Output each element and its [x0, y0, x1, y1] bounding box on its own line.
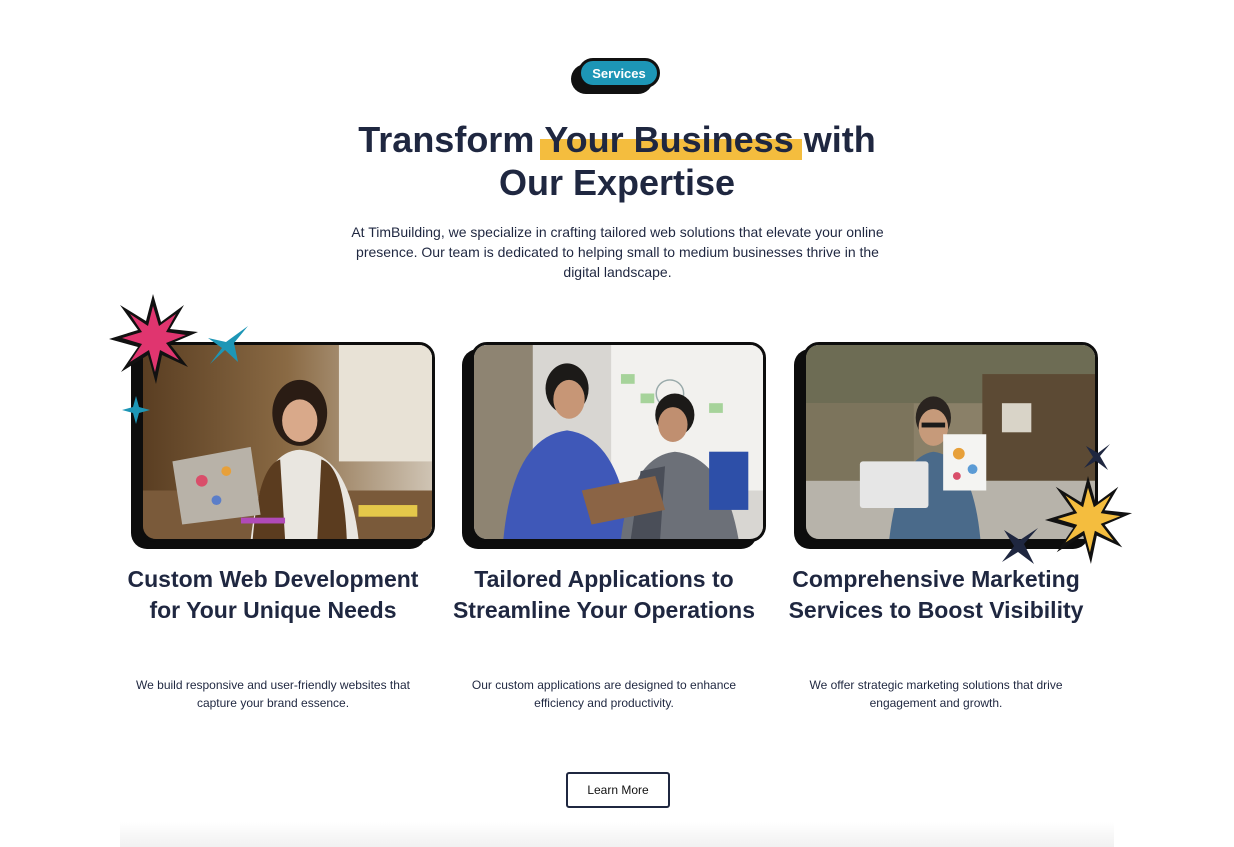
- badge-label: Services: [578, 58, 660, 88]
- pink-burst-icon: [109, 294, 198, 384]
- heading-highlight: Your Business: [540, 119, 803, 160]
- heading-line-2: Our Expertise: [498, 162, 736, 203]
- card-title: Comprehensive Marketing Services to Boos…: [788, 566, 1084, 623]
- yellow-burst-icon: [1044, 475, 1133, 565]
- card-image-two-men-tablet: [471, 342, 766, 542]
- teal-small-sparkle-icon: [122, 396, 150, 424]
- next-section-edge: [120, 822, 1114, 847]
- navy-small-sparkle-icon: [1084, 444, 1110, 470]
- section-heading: Transform Your Business with Our Experti…: [300, 118, 934, 204]
- card-description: We build responsive and user-friendly we…: [136, 678, 410, 710]
- card-title: Custom Web Development for Your Unique N…: [127, 566, 419, 623]
- heading-part-2: with: [793, 119, 876, 160]
- card-description: Our custom applications are designed to …: [471, 678, 737, 710]
- card-title: Tailored Applications to Streamline Your…: [452, 566, 756, 623]
- learn-more-button[interactable]: Learn More: [566, 772, 670, 808]
- services-badge: Services: [571, 58, 661, 94]
- intro-paragraph: At TimBuilding, we specialize in craftin…: [351, 224, 884, 280]
- navy-sparkle-icon: [1002, 528, 1038, 564]
- card-description: We offer strategic marketing solutions t…: [809, 678, 1063, 710]
- teal-sparkle-icon: [208, 326, 248, 364]
- heading-part-1: Transform: [358, 119, 545, 160]
